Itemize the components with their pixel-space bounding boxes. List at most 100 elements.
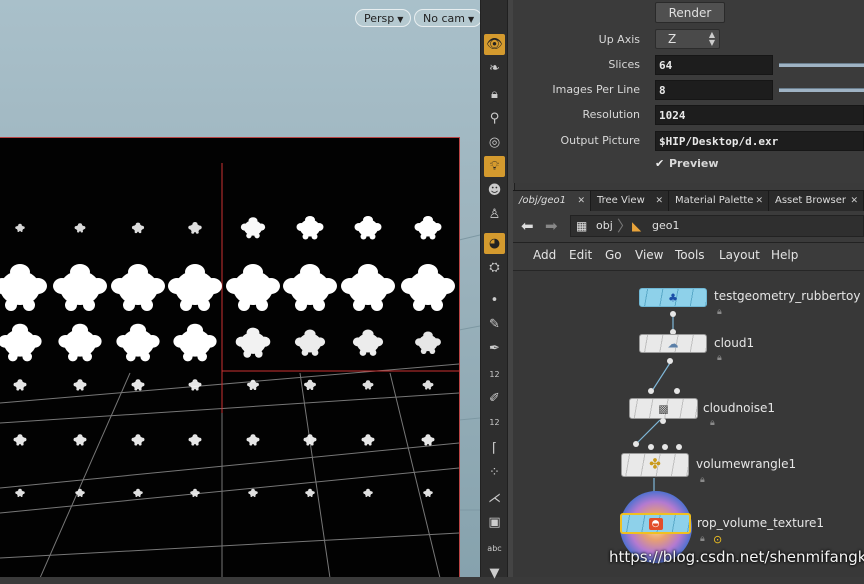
output-picture-label: Output Picture	[560, 134, 640, 147]
down-icon[interactable]: ▼	[484, 563, 505, 584]
tab-label: Asset Browser	[775, 195, 847, 206]
rubbertoy-slices	[0, 163, 459, 577]
node-cloudnoise1[interactable]: ▩	[629, 398, 698, 419]
scene-viewport[interactable]: Persp ▼ No cam ▼	[0, 0, 480, 577]
lock-icon[interactable]: 🔒︎	[717, 353, 722, 363]
display-toolbar: 👁 ❧ 🔒︎ ⚲ ◎ 💡︎ ☻ ♙ ◕ ⛭ • ✎ ✒ 12 ✐ 12 ⌈ ⁘ ⋌ ▣ abc ▼	[480, 0, 509, 580]
wire-icon[interactable]: ✐	[484, 388, 505, 409]
node-label: testgeometry_rubbertoy	[714, 289, 861, 303]
input-port[interactable]	[676, 444, 682, 450]
close-icon[interactable]: ✕	[655, 191, 663, 211]
slider-track	[779, 88, 864, 92]
preview-toggle[interactable]: ✔ Preview	[655, 157, 719, 170]
output-port[interactable]	[667, 358, 673, 364]
network-editor[interactable]: ♣ testgeometry_rubbertoy 🔒︎ ☁ cloud1 🔒︎ …	[513, 271, 864, 577]
leaf-icon[interactable]: ❧	[484, 58, 505, 79]
shaded-icon[interactable]: ◕	[484, 233, 505, 254]
tab-label: Tree View	[597, 195, 645, 206]
input-port[interactable]	[674, 388, 680, 394]
slices-label: Slices	[608, 58, 640, 71]
rop-icon: ◓	[648, 517, 663, 530]
tab-asset-browser[interactable]: Asset Browser ✕	[769, 191, 864, 211]
node-cloud1[interactable]: ☁	[639, 334, 707, 353]
render-flag-icon[interactable]: ⊙	[713, 533, 722, 546]
pen-icon[interactable]: ✒	[484, 338, 505, 359]
menu-layout[interactable]: Layout	[719, 248, 760, 262]
images-per-line-field[interactable]: 8	[655, 80, 773, 100]
handle-icon[interactable]: ⋌	[484, 488, 505, 509]
up-axis-dropdown[interactable]: Z ▲ ▼	[655, 29, 720, 49]
slices-field[interactable]: 64	[655, 55, 773, 75]
lock-icon[interactable]: 🔒︎	[717, 307, 722, 317]
tab-tree-view[interactable]: Tree View ✕	[591, 191, 669, 211]
output-port[interactable]	[670, 311, 676, 317]
noise-icon: ▩	[658, 402, 669, 415]
images-per-line-label: Images Per Line	[552, 83, 640, 96]
checkmark-icon: ✔	[655, 157, 665, 170]
figure-icon[interactable]: ♙	[484, 204, 505, 225]
snap-icon[interactable]: ⁘	[484, 462, 505, 483]
lock-icon[interactable]: 🔒︎	[700, 534, 705, 544]
breadcrumb-geo1[interactable]: geo1	[652, 216, 679, 236]
input-port[interactable]	[648, 388, 654, 394]
images-per-line-slider[interactable]	[779, 80, 864, 100]
menu-view[interactable]: View	[635, 248, 663, 262]
resolution-label: Resolution	[582, 108, 640, 121]
input-port[interactable]	[662, 444, 668, 450]
node-label: volumewrangle1	[696, 457, 797, 471]
render-button[interactable]: Render	[655, 2, 725, 23]
node-volumewrangle1[interactable]: ✤	[621, 453, 689, 477]
tab-label: Material Palette	[675, 195, 754, 206]
pin-icon[interactable]: ⚲	[484, 108, 505, 129]
person-icon[interactable]: ☻	[484, 180, 505, 201]
tab-label: /obj/geo1	[519, 195, 566, 206]
node-rop-volume-texture1[interactable]: ◓	[620, 513, 691, 534]
lock-icon[interactable]: 🔒︎	[710, 418, 715, 428]
output-picture-field[interactable]: $HIP/Desktop/d.exr	[655, 131, 864, 151]
tab-material-palette[interactable]: Material Palette ✕	[669, 191, 769, 211]
network-path-bar: ⬅ ➡ ▦ obj 〉 ◣ geo1	[513, 211, 864, 243]
watermark: https://blog.csdn.net/shenmifangke	[609, 548, 864, 566]
close-icon[interactable]: ✕	[755, 191, 763, 211]
menu-help[interactable]: Help	[771, 248, 798, 262]
pane-tabs: /obj/geo1 ✕ Tree View ✕ Material Palette ✕ …	[513, 190, 864, 211]
back-arrow-icon[interactable]: ⬅	[521, 217, 534, 235]
prim-number-icon[interactable]: 12	[484, 412, 505, 433]
eye-icon[interactable]: 👁	[484, 34, 505, 55]
network-menu-bar: Add Edit Go View Tools Layout Help	[513, 243, 864, 271]
parameter-pane: Render Up Axis Z ▲ ▼ Slices 64 Images Per…	[513, 0, 864, 183]
menu-add[interactable]: Add	[533, 248, 556, 262]
geo-node-icon: ◣	[632, 219, 642, 233]
menu-tools[interactable]: Tools	[675, 248, 705, 262]
angle-icon[interactable]: ⌈	[484, 438, 505, 459]
input-port[interactable]	[633, 441, 639, 447]
menu-edit[interactable]: Edit	[569, 248, 592, 262]
close-icon[interactable]: ✕	[577, 191, 585, 211]
bulb-icon[interactable]: 💡︎	[484, 156, 505, 177]
brush-icon[interactable]: ✎	[484, 314, 505, 335]
output-port[interactable]	[660, 418, 666, 424]
slices-slider[interactable]	[779, 55, 864, 75]
close-icon[interactable]: ✕	[850, 191, 858, 211]
lock-icon[interactable]: 🔒︎	[484, 84, 505, 105]
rubbertoy-icon: ♣	[668, 291, 678, 304]
node-testgeometry-rubbertoy[interactable]: ♣	[639, 288, 707, 307]
breadcrumb-separator-icon: 〉	[617, 217, 633, 235]
forward-arrow-icon[interactable]: ➡	[545, 217, 558, 235]
sphere-icon[interactable]: ◎	[484, 132, 505, 153]
point-number-icon[interactable]: 12	[484, 364, 505, 385]
circle-icon[interactable]: ▣	[484, 512, 505, 533]
input-port[interactable]	[648, 444, 654, 450]
up-down-arrows-icon: ▲ ▼	[708, 30, 715, 47]
dot-icon[interactable]: •	[484, 290, 505, 311]
menu-go[interactable]: Go	[605, 248, 622, 262]
resolution-field[interactable]: 1024	[655, 105, 864, 125]
tab-obj-geo1[interactable]: /obj/geo1 ✕	[513, 191, 591, 211]
node-label: cloud1	[714, 336, 755, 350]
slider-track	[779, 63, 864, 67]
breadcrumb-obj[interactable]: obj	[596, 216, 613, 236]
text-icon[interactable]: abc	[484, 538, 505, 559]
up-axis-value: Z	[668, 32, 677, 46]
lock-icon[interactable]: 🔒︎	[700, 475, 705, 485]
camera-icon[interactable]: ⛭	[484, 257, 505, 278]
